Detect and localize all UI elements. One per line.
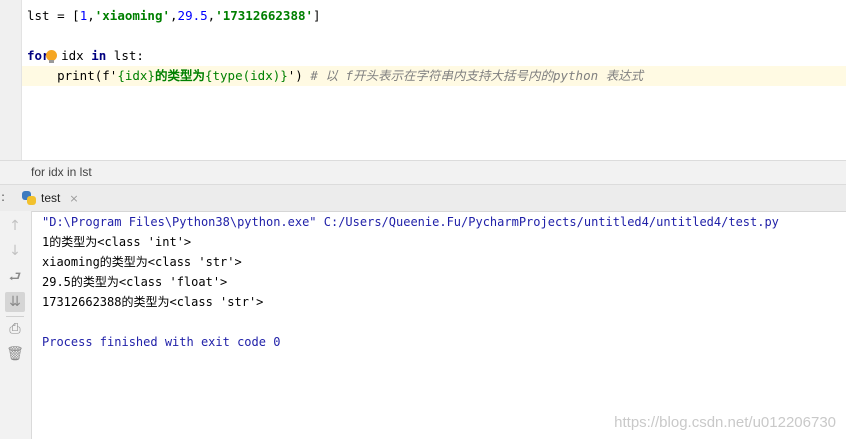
code-token-text: lst: bbox=[106, 48, 144, 63]
print-icon[interactable]: ⎙ bbox=[5, 319, 25, 339]
code-token-comma: , bbox=[170, 8, 178, 23]
console-line: xiaoming的类型为<class 'str'> bbox=[42, 255, 242, 269]
code-token-string: 'xiaoming' bbox=[94, 8, 171, 23]
trash-icon[interactable]: 🗑 bbox=[5, 344, 25, 364]
console-line: Process finished with exit code 0 bbox=[42, 335, 281, 349]
close-icon[interactable]: × bbox=[69, 192, 78, 205]
console-toolbar: ↑ ↓ ⮐ ⇊ ⎙ 🗑 bbox=[0, 211, 32, 439]
console-line: 17312662388的类型为<class 'str'> bbox=[42, 295, 264, 309]
code-token-string: 的类型为 bbox=[154, 68, 205, 83]
code-token-comma: , bbox=[87, 8, 95, 23]
run-tool-header: : test × bbox=[0, 185, 846, 212]
code-line-2[interactable] bbox=[27, 26, 846, 46]
breadcrumb[interactable]: for idx in lst bbox=[31, 165, 92, 179]
code-token-keyword: in bbox=[91, 48, 107, 63]
code-token-fexpr: {type(idx)} bbox=[204, 68, 288, 83]
code-token-comment: # 以 f开头表示在字符串内支持大括号内的python 表达式 bbox=[302, 68, 644, 83]
code-token-indent bbox=[27, 68, 57, 83]
scroll-to-end-icon[interactable]: ⇊ bbox=[5, 292, 25, 312]
code-token-string: '17312662388' bbox=[215, 8, 314, 23]
run-tab-label: test bbox=[41, 191, 61, 205]
breadcrumb-bar: for idx in lst bbox=[0, 160, 846, 185]
run-tab-test[interactable]: test × bbox=[22, 185, 87, 211]
down-arrow-icon[interactable]: ↓ bbox=[5, 241, 25, 261]
toolbar-divider bbox=[6, 316, 24, 317]
console-line: 1的类型为<class 'int'> bbox=[42, 235, 192, 249]
code-line-1[interactable]: lst = [1,'xiaoming',29.5,'17312662388'] bbox=[27, 6, 846, 26]
code-token-call: print(f' bbox=[57, 68, 118, 83]
code-area[interactable]: lst = [1,'xiaoming',29.5,'17312662388'] … bbox=[22, 6, 846, 86]
soft-wrap-icon[interactable]: ⮐ bbox=[5, 267, 25, 287]
code-token-call: ') bbox=[287, 68, 303, 83]
run-label: : bbox=[1, 190, 6, 204]
console-output[interactable]: "D:\Program Files\Python38\python.exe" C… bbox=[42, 212, 779, 352]
editor-gutter bbox=[0, 0, 22, 160]
watermark: https://blog.csdn.net/u012206730 bbox=[614, 414, 836, 431]
code-token-fexpr: {idx} bbox=[117, 68, 155, 83]
code-token-text: idx bbox=[53, 48, 92, 63]
console-line[interactable]: "D:\Program Files\Python38\python.exe" C… bbox=[42, 212, 779, 232]
code-token-var: lst bbox=[27, 8, 50, 23]
code-token-number: 29.5 bbox=[177, 8, 208, 23]
code-token-bracket: ] bbox=[313, 8, 321, 23]
code-line-3[interactable]: for idx in lst: bbox=[27, 46, 846, 66]
lightbulb-icon[interactable] bbox=[45, 50, 57, 63]
code-editor[interactable]: lst = [1,'xiaoming',29.5,'17312662388'] … bbox=[0, 0, 846, 160]
python-icon bbox=[22, 191, 36, 205]
up-arrow-icon[interactable]: ↑ bbox=[5, 216, 25, 236]
code-token-assign: = [ bbox=[49, 8, 80, 23]
code-line-4[interactable]: print(f'{idx}的类型为{type(idx)}') # 以 f开头表示… bbox=[22, 66, 846, 86]
console-line: 29.5的类型为<class 'float'> bbox=[42, 275, 228, 289]
